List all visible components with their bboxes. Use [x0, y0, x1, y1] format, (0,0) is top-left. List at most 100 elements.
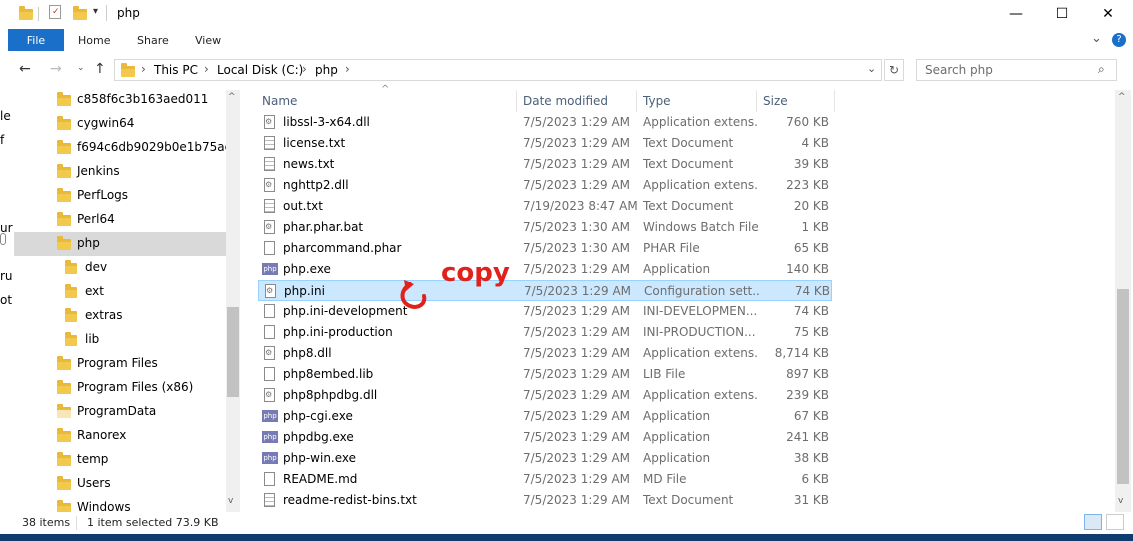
nav-item-label: PerfLogs — [77, 188, 129, 202]
nav-item[interactable]: php — [14, 232, 226, 256]
nav-item[interactable]: ProgramData — [14, 400, 226, 424]
nav-item[interactable]: Windows — [14, 496, 226, 512]
nav-item[interactable]: f694c6db9029b0e1b75ae6c6 — [14, 136, 226, 160]
column-divider[interactable] — [516, 90, 517, 112]
nav-item[interactable]: Perl64 — [14, 208, 226, 232]
file-date: 7/5/2023 1:29 AM — [523, 472, 631, 486]
folder-icon — [57, 500, 71, 512]
column-divider[interactable] — [834, 90, 835, 112]
address-history-icon[interactable]: ⌄ — [867, 62, 876, 75]
file-row[interactable]: php.ini7/5/2023 1:29 AMConfiguration set… — [258, 280, 832, 301]
file-size: 140 KB — [786, 262, 829, 276]
file-row[interactable]: php.ini-production 7/5/2023 1:29 AM INI-PR… — [258, 322, 832, 343]
breadcrumb-local-disk[interactable]: Local Disk (C:) — [217, 63, 303, 77]
file-row[interactable]: license.txt 7/5/2023 1:29 AM Text Document… — [258, 133, 832, 154]
column-divider[interactable] — [636, 90, 637, 112]
scroll-down-icon[interactable]: v — [1118, 496, 1123, 506]
file-row[interactable]: php php-cgi.exe 7/5/2023 1:29 AM Applicatio… — [258, 406, 832, 427]
nav-item[interactable]: Program Files (x86) — [14, 376, 226, 400]
file-row[interactable]: phar.phar.bat 7/5/2023 1:30 AM Windows Bat… — [258, 217, 832, 238]
file-size: 67 KB — [793, 409, 829, 423]
tab-view[interactable]: View — [195, 34, 221, 47]
refresh-button[interactable]: ↻ — [884, 59, 904, 81]
nav-item[interactable]: cygwin64 — [14, 112, 226, 136]
file-list-scrollbar[interactable]: ^ v — [1115, 90, 1131, 512]
column-date-modified[interactable]: Date modified — [523, 94, 608, 108]
recent-locations-icon[interactable]: ⌄ — [77, 63, 85, 73]
help-icon[interactable]: ? — [1112, 33, 1126, 47]
file-row[interactable]: php8.dll 7/5/2023 1:29 AM Application exte… — [258, 343, 832, 364]
maximize-button[interactable]: ☐ — [1039, 0, 1085, 28]
address-bar[interactable]: › This PC › Local Disk (C:) › php › ⌄ — [114, 59, 882, 81]
ribbon-expand-icon[interactable]: ⌄ — [1091, 31, 1102, 46]
search-input[interactable]: Search php ⌕ — [916, 59, 1117, 81]
nav-scroll-thumb[interactable] — [227, 307, 239, 397]
column-size[interactable]: Size — [763, 94, 788, 108]
file-row[interactable]: readme-redist-bins.txt 7/5/2023 1:29 AM Te… — [258, 490, 832, 511]
nav-item[interactable]: Ranorex — [14, 424, 226, 448]
nav-item[interactable]: c858f6c3b163aed011 — [14, 90, 226, 112]
file-type: Application — [643, 409, 711, 423]
nav-item[interactable]: ext — [14, 280, 226, 304]
file-row[interactable]: README.md 7/5/2023 1:29 AM MD File 6 KB — [258, 469, 832, 490]
forward-arrow-icon[interactable]: → — [50, 61, 62, 77]
nav-item[interactable]: Users — [14, 472, 226, 496]
column-name[interactable]: Name — [262, 94, 297, 108]
details-view-button[interactable] — [1084, 514, 1102, 530]
navigation-pane: c858f6c3b163aed011 cygwin64 f694c6db9029b0… — [14, 90, 226, 512]
nav-item[interactable]: Jenkins — [14, 160, 226, 184]
breadcrumb-separator-icon[interactable]: › — [302, 62, 307, 76]
file-size: 4 KB — [801, 136, 829, 150]
new-folder-icon[interactable] — [73, 6, 87, 20]
nav-item-label: lib — [85, 332, 100, 346]
file-row[interactable]: news.txt 7/5/2023 1:29 AM Text Document 39 … — [258, 154, 832, 175]
file-row[interactable]: php phpdbg.exe 7/5/2023 1:29 AM Application… — [258, 427, 832, 448]
scroll-up-icon[interactable]: ^ — [228, 92, 236, 102]
file-row[interactable]: php8embed.lib 7/5/2023 1:29 AM LIB File 897… — [258, 364, 832, 385]
breadcrumb-this-pc[interactable]: This PC — [154, 63, 198, 77]
file-name: news.txt — [283, 157, 335, 171]
properties-icon[interactable]: ✓ — [49, 5, 61, 19]
file-row[interactable]: pharcommand.phar 7/5/2023 1:30 AM PHAR Fil… — [258, 238, 832, 259]
file-row[interactable]: libssl-3-x64.dll 7/5/2023 1:29 AM Applicat… — [258, 112, 832, 133]
breadcrumb-php[interactable]: php — [315, 63, 338, 77]
back-arrow-icon[interactable]: ← — [19, 61, 31, 77]
ini-file-icon — [265, 284, 276, 298]
nav-item[interactable]: extras — [14, 304, 226, 328]
file-row[interactable]: php.ini-development 7/5/2023 1:29 AM INI-D… — [258, 301, 832, 322]
file-type: Application extens... — [643, 346, 758, 360]
file-type: Text Document — [643, 136, 734, 150]
nav-item[interactable]: dev — [14, 256, 226, 280]
tab-file[interactable]: File — [8, 29, 64, 51]
breadcrumb-separator-icon[interactable]: › — [141, 62, 146, 76]
file-row[interactable]: nghttp2.dll 7/5/2023 1:29 AM Application e… — [258, 175, 832, 196]
scroll-up-icon[interactable]: ^ — [1118, 92, 1126, 102]
nav-item[interactable]: Program Files — [14, 352, 226, 376]
tab-share[interactable]: Share — [137, 34, 169, 47]
nav-item[interactable]: lib — [14, 328, 226, 352]
column-divider[interactable] — [756, 90, 757, 112]
nav-item[interactable]: temp — [14, 448, 226, 472]
nav-item[interactable]: PerfLogs — [14, 184, 226, 208]
file-size: 241 KB — [786, 430, 829, 444]
nav-scrollbar[interactable]: ^ v — [226, 90, 240, 512]
file-row[interactable]: php php.exe 7/5/2023 1:29 AM Application 140… — [258, 259, 832, 280]
column-type[interactable]: Type — [643, 94, 671, 108]
breadcrumb-separator-icon[interactable]: › — [204, 62, 209, 76]
folder-icon — [57, 452, 71, 466]
large-icons-view-button[interactable] — [1106, 514, 1124, 530]
tab-home[interactable]: Home — [78, 34, 110, 47]
file-row[interactable]: out.txt 7/19/2023 8:47 AM Text Document 20 … — [258, 196, 832, 217]
up-arrow-icon[interactable]: ↑ — [94, 61, 106, 77]
minimize-button[interactable]: — — [993, 0, 1039, 28]
close-button[interactable]: ✕ — [1085, 0, 1131, 28]
breadcrumb-separator-icon[interactable]: › — [345, 62, 350, 76]
file-size: 20 KB — [793, 199, 829, 213]
file-size: 223 KB — [786, 178, 829, 192]
file-row[interactable]: php php-win.exe 7/5/2023 1:29 AM Applicatio… — [258, 448, 832, 469]
item-count: 38 items — [22, 516, 71, 529]
file-row[interactable]: php8phpdbg.dll 7/5/2023 1:29 AM Applicatio… — [258, 385, 832, 406]
customize-quick-access-icon[interactable]: ▾ — [93, 6, 98, 17]
file-list-scroll-thumb[interactable] — [1117, 289, 1129, 484]
scroll-down-icon[interactable]: v — [228, 496, 233, 506]
